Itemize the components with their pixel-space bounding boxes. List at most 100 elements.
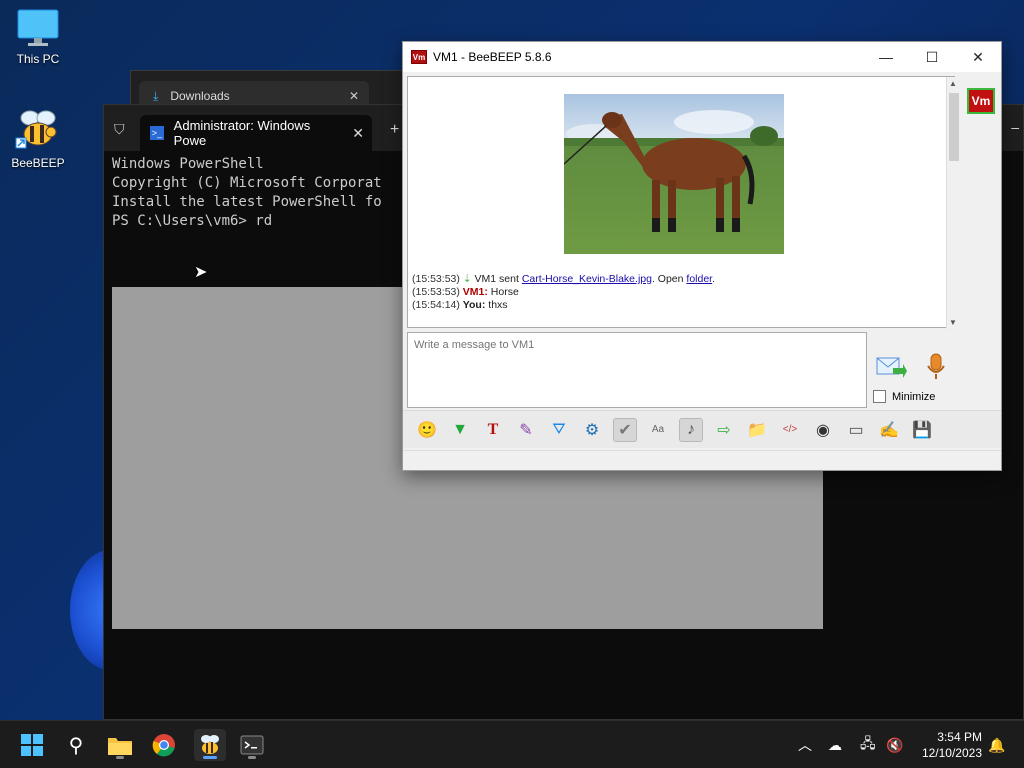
emoticon-icon[interactable]: 🙂 — [415, 418, 439, 442]
mouse-pointer-icon: ➤ — [194, 264, 208, 281]
message-input[interactable] — [408, 333, 866, 357]
settings-gear-icon[interactable]: ⚙ — [580, 418, 604, 442]
shield-icon: ⛉ — [114, 121, 125, 137]
terminal-line: PS C:\Users\vm6> rd — [112, 213, 273, 229]
terminal-line: Copyright (C) Microsoft Corporat — [112, 175, 382, 191]
terminal-line: Windows PowerShell — [112, 156, 264, 172]
chrome-icon — [152, 734, 175, 757]
clear-chat-icon[interactable]: ▭ — [844, 418, 868, 442]
microphone-icon[interactable] — [925, 352, 947, 382]
search-button[interactable]: ⚲ — [60, 729, 92, 761]
scroll-up-icon[interactable]: ▲ — [949, 79, 957, 88]
message-row: (15:53:53) VM1: Horse — [412, 286, 715, 299]
new-tab-button[interactable]: + — [390, 121, 399, 139]
taskbar: ⚲ ︿ ☁ 🖧 🔇 3:54 PM 12/10/2023 🔔 — [0, 720, 1024, 768]
file-transfer-icon: ⇣ — [462, 273, 472, 285]
beebeep-window[interactable]: Vm VM1 - BeeBEEP 5.8.6 — ☐ ✕ (15:53:53) … — [402, 41, 1002, 471]
close-tab-icon[interactable]: ✕ — [352, 125, 364, 142]
scroll-thumb[interactable] — [949, 93, 959, 161]
folder-icon — [108, 738, 132, 755]
beebeep-titlebar[interactable]: Vm VM1 - BeeBEEP 5.8.6 — ☐ ✕ — [403, 42, 1001, 72]
beebeep-app-icon: Vm — [411, 50, 427, 64]
terminal-output[interactable]: Windows PowerShell Copyright (C) Microsof… — [112, 155, 382, 231]
filter-icon[interactable]: ⛛ — [547, 418, 571, 442]
terminal-tab[interactable]: >_ Administrator: Windows Powe ✕ — [140, 115, 372, 151]
message-file-sent: (15:53:53) ⇣ VM1 sent Cart-Horse_Kevin-B… — [412, 273, 715, 286]
terminal-line: Install the latest PowerShell fo — [112, 194, 382, 210]
desktop-icon-label: This PC — [16, 52, 60, 66]
chat-toolbar: 🙂 ▼ T ✎ ⛛ ⚙ ✔ Aa ♪ ⇨ 📁 </> ◉ ▭ ✍ 💾 — [403, 410, 1001, 448]
font-icon[interactable]: T — [481, 418, 505, 442]
down-arrow-icon[interactable]: ▼ — [448, 418, 472, 442]
volume-status[interactable]: 🔇 — [886, 721, 903, 768]
desktop-icon-label: BeeBEEP — [11, 156, 65, 170]
chat-scrollbar[interactable]: ▲ ▼ — [946, 77, 960, 329]
bee-icon — [15, 110, 57, 149]
user-side-panel: Vm — [961, 76, 999, 408]
scroll-down-icon[interactable]: ▼ — [949, 318, 957, 327]
desktop-icon-this-pc[interactable]: This PC — [0, 8, 76, 66]
chrome-button[interactable] — [148, 729, 180, 761]
message-list: (15:53:53) ⇣ VM1 sent Cart-Horse_Kevin-B… — [412, 273, 715, 312]
network-status[interactable]: 🖧 — [860, 721, 876, 768]
message-time: (15:54:14) — [412, 299, 460, 311]
window-title: VM1 - BeeBEEP 5.8.6 — [433, 50, 552, 64]
minimize-checkbox[interactable] — [873, 390, 886, 403]
bell-icon: 🔔 — [988, 736, 1006, 753]
running-indicator — [116, 756, 124, 759]
document-icon[interactable]: ♪ — [679, 417, 703, 442]
close-button[interactable]: ✕ — [955, 49, 1001, 66]
message-row: (15:54:14) You: thxs — [412, 299, 715, 312]
start-button[interactable] — [16, 729, 48, 761]
cloud-offline-icon: ☁ — [828, 736, 842, 753]
network-icon: 🖧 — [860, 735, 876, 751]
edit-note-icon[interactable]: ✍ — [877, 418, 901, 442]
dictionary-icon[interactable]: Aa — [646, 418, 670, 442]
html-code-icon[interactable]: </> — [778, 418, 802, 442]
minimize-icon[interactable]: – — [1011, 119, 1019, 135]
spellcheck-icon[interactable]: ✔ — [613, 417, 637, 442]
chat-history[interactable]: (15:53:53) ⇣ VM1 sent Cart-Horse_Kevin-B… — [407, 76, 960, 329]
horse-illustration — [564, 110, 784, 232]
beebeep-taskbar-button[interactable] — [194, 729, 226, 761]
message-input-box[interactable] — [407, 332, 867, 408]
minimize-button[interactable]: — — [863, 49, 909, 66]
bee-icon — [201, 735, 219, 754]
message-text: Horse — [487, 286, 519, 298]
downloads-tab-label: Downloads — [170, 89, 230, 103]
shared-image-horse[interactable] — [564, 94, 784, 254]
folder-link[interactable]: folder — [686, 273, 712, 285]
file-explorer-button[interactable] — [104, 729, 136, 761]
taskbar-clock[interactable]: 3:54 PM 12/10/2023 — [922, 729, 982, 761]
terminal-icon — [240, 735, 264, 755]
user-avatar-badge[interactable]: Vm — [967, 88, 995, 114]
color-palette-icon[interactable]: ✎ — [514, 418, 538, 442]
terminal-tab-title: Administrator: Windows Powe — [173, 118, 311, 148]
notifications-button[interactable]: 🔔 — [988, 721, 1005, 768]
close-tab-icon[interactable]: ✕ — [349, 89, 359, 103]
send-message-icon[interactable] — [875, 354, 907, 380]
message-time: (15:53:53) — [412, 286, 460, 298]
save-icon[interactable]: 💾 — [910, 418, 934, 442]
send-folder-icon[interactable]: 📁 — [745, 418, 769, 442]
message-text: thxs — [485, 299, 508, 311]
message-text: . — [712, 273, 716, 285]
screenshot-icon[interactable]: ◉ — [811, 418, 835, 442]
cloud-status[interactable]: ☁ — [828, 721, 842, 768]
clock-time: 3:54 PM — [937, 730, 982, 744]
desktop-icon-beebeep[interactable]: BeeBEEP — [0, 108, 76, 170]
terminal-taskbar-button[interactable] — [236, 729, 268, 761]
minimize-checkbox-row[interactable]: Minimize — [873, 390, 935, 403]
minimize-label: Minimize — [892, 390, 936, 403]
clock-date: 12/10/2023 — [921, 746, 982, 760]
message-text: VM1 sent — [474, 273, 522, 285]
maximize-button[interactable]: ☐ — [909, 49, 955, 66]
download-icon: ⤓ — [153, 88, 159, 103]
send-file-icon[interactable]: ⇨ — [712, 418, 736, 442]
message-sender: VM1: — [462, 286, 488, 298]
show-hidden-icons-button[interactable]: ︿ — [798, 721, 812, 768]
active-indicator — [203, 756, 217, 759]
message-time: (15:53:53) — [412, 273, 460, 285]
file-link[interactable]: Cart-Horse_Kevin-Blake.jpg — [522, 273, 652, 285]
powershell-icon: >_ — [150, 126, 164, 140]
